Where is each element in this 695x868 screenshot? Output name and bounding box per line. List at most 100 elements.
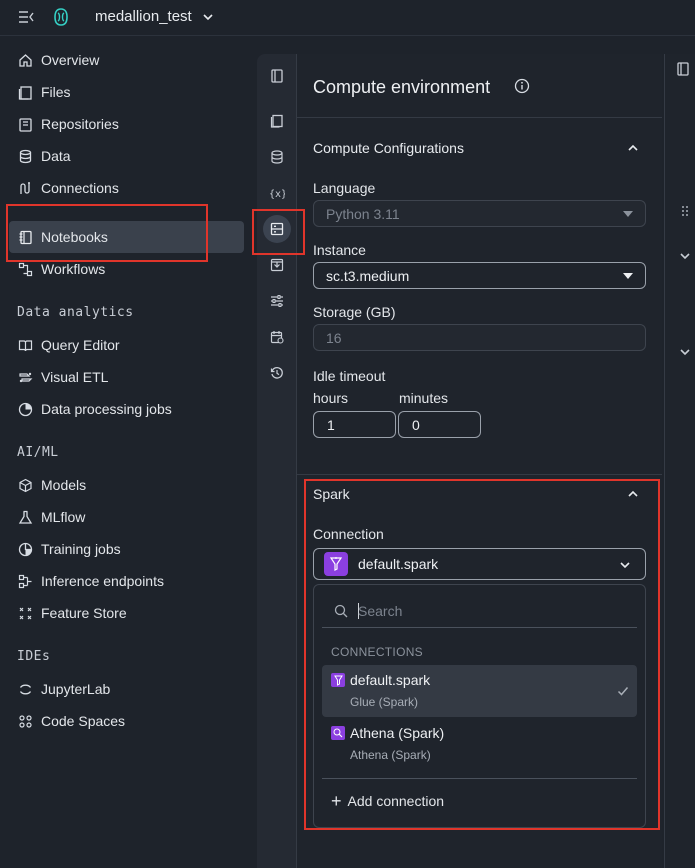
nav-item-feature-store[interactable]: Feature Store (9, 597, 244, 629)
instance-label: Instance (313, 242, 366, 258)
nav-label: MLflow (41, 509, 86, 525)
nav-item-mlflow[interactable]: MLflow (9, 501, 244, 533)
calendar-clock-icon (270, 331, 284, 344)
database-icon (271, 150, 283, 164)
nav-item-files[interactable]: Files (9, 76, 244, 108)
chevron-down-icon[interactable] (679, 250, 691, 262)
side-icon-rail: {x} (257, 54, 297, 868)
nav-item-inference-endpoints[interactable]: Inference endpoints (9, 565, 244, 597)
jupyter-icon (17, 681, 33, 697)
storage-field[interactable]: 16 (313, 324, 646, 351)
rail-data-button[interactable] (263, 143, 291, 171)
highlight-spark-section (304, 479, 660, 830)
cube-icon (17, 477, 33, 493)
language-value: Python 3.11 (326, 205, 400, 222)
rail-settings-button[interactable] (263, 287, 291, 315)
nav-label: Files (41, 84, 71, 100)
section-title-ides: IDEs (17, 649, 51, 664)
nav-label: Repositories (41, 116, 119, 132)
endpoint-icon (17, 573, 33, 589)
training-icon (17, 541, 33, 557)
panel-divider (297, 117, 662, 118)
nav-label: Workflows (41, 261, 106, 277)
instance-select[interactable]: sc.t3.medium (313, 262, 646, 289)
panel-divider (297, 474, 662, 475)
flask-icon (17, 509, 33, 525)
rail-download-button[interactable] (263, 251, 291, 279)
instance-value: sc.t3.medium (326, 267, 410, 284)
highlight-compute-button (252, 209, 305, 255)
feature-store-icon (17, 605, 33, 621)
nav-item-data[interactable]: Data (9, 140, 244, 172)
nav-item-overview[interactable]: Overview (9, 44, 244, 76)
hours-label: hours (313, 390, 349, 406)
app-logo-icon (54, 8, 68, 26)
nav-label: Connections (41, 180, 119, 196)
nav-item-query-editor[interactable]: Query Editor (9, 329, 244, 361)
database-icon (17, 148, 33, 164)
language-select[interactable]: Python 3.11 (313, 200, 646, 227)
download-icon (270, 258, 284, 272)
caret-down-icon (623, 211, 633, 217)
left-navigation: Overview Files Repositories Data Connect… (0, 37, 252, 868)
rail-file-browser-button[interactable] (263, 107, 291, 135)
collapse-menu-icon[interactable] (18, 10, 34, 24)
nav-item-data-processing-jobs[interactable]: Data processing jobs (9, 393, 244, 425)
nav-label: Inference endpoints (41, 573, 164, 589)
rail-schedule-button[interactable] (263, 323, 291, 351)
jobs-icon (17, 401, 33, 417)
storage-value: 16 (326, 329, 342, 346)
svg-text:{x}: {x} (269, 189, 285, 200)
info-icon[interactable] (514, 78, 530, 94)
section-title-data-analytics: Data analytics (17, 305, 134, 320)
rail-history-button[interactable] (263, 359, 291, 387)
nav-label: Visual ETL (41, 369, 109, 385)
highlight-notebooks (6, 204, 208, 262)
book-icon (17, 337, 33, 353)
sliders-icon (271, 295, 283, 307)
drag-handle-icon[interactable] (681, 205, 689, 217)
storage-label: Storage (GB) (313, 304, 396, 320)
chevron-up-icon[interactable] (627, 142, 639, 154)
rail-toggle-button[interactable] (263, 62, 291, 90)
nav-label: Data (41, 148, 71, 164)
top-bar: medallion_test (0, 0, 695, 36)
nav-label: Overview (41, 52, 100, 68)
nav-item-models[interactable]: Models (9, 469, 244, 501)
workflow-icon (17, 261, 33, 277)
rail-variables-button[interactable]: {x} (263, 179, 291, 207)
chevron-down-icon[interactable] (679, 346, 691, 358)
chevron-down-icon[interactable] (202, 11, 214, 23)
nav-item-jupyterlab[interactable]: JupyterLab (9, 673, 244, 705)
nav-item-code-spaces[interactable]: Code Spaces (9, 705, 244, 737)
etl-icon (17, 369, 33, 385)
file-icon (270, 114, 283, 128)
section-title-aiml: AI/ML (17, 445, 59, 460)
project-name[interactable]: medallion_test (95, 8, 192, 25)
idle-timeout-label: Idle timeout (313, 368, 386, 384)
nav-item-training-jobs[interactable]: Training jobs (9, 533, 244, 565)
code-spaces-icon (17, 713, 33, 729)
panel-toggle-icon[interactable] (676, 62, 690, 76)
right-edge-panel (664, 54, 695, 868)
nav-label: Code Spaces (41, 713, 126, 729)
minutes-label: minutes (399, 390, 449, 406)
nav-label: Feature Store (41, 605, 127, 621)
nav-label: Models (41, 477, 87, 493)
connections-icon (17, 180, 33, 196)
panel-toggle-icon (271, 69, 283, 83)
history-icon (270, 367, 283, 379)
repo-icon (17, 116, 33, 132)
nav-label: Data processing jobs (41, 401, 172, 417)
caret-down-icon (623, 273, 633, 279)
home-icon (17, 52, 33, 68)
minutes-input[interactable]: 0 (398, 411, 481, 438)
nav-item-connections[interactable]: Connections (9, 172, 244, 204)
language-label: Language (313, 180, 376, 196)
nav-label: Query Editor (41, 337, 120, 353)
file-icon (17, 84, 33, 100)
nav-item-repositories[interactable]: Repositories (9, 108, 244, 140)
compute-config-heading[interactable]: Compute Configurations (313, 140, 464, 156)
nav-item-visual-etl[interactable]: Visual ETL (9, 361, 244, 393)
hours-input[interactable]: 1 (313, 411, 396, 438)
